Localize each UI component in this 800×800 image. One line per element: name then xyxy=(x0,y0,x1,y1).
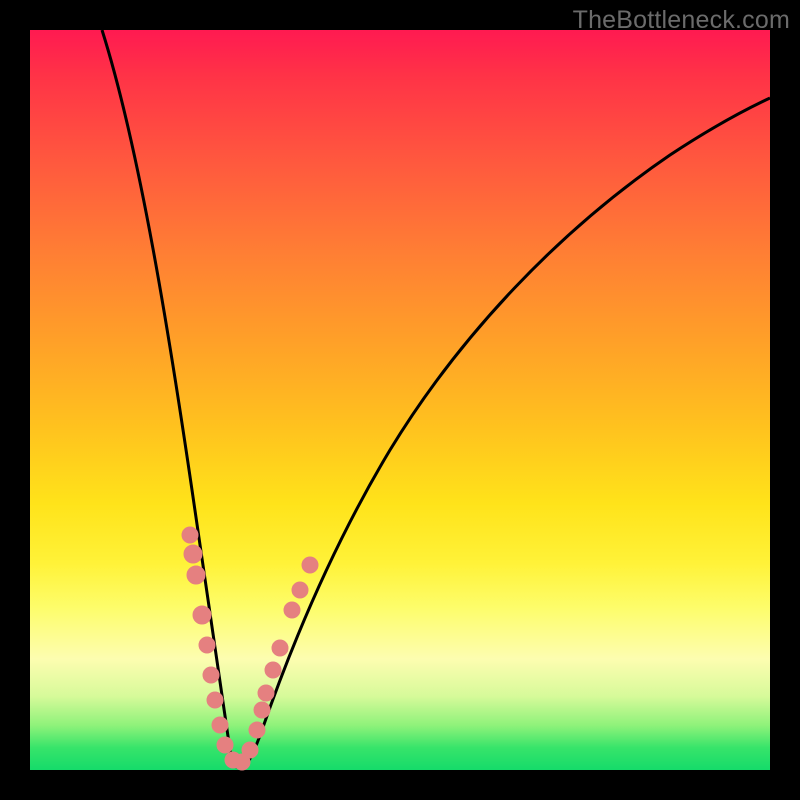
watermark-text: TheBottleneck.com xyxy=(573,6,790,35)
outer-frame: TheBottleneck.com xyxy=(0,0,800,800)
plot-area xyxy=(30,30,770,770)
bottleneck-curve xyxy=(102,30,770,768)
curve-svg xyxy=(30,30,770,770)
